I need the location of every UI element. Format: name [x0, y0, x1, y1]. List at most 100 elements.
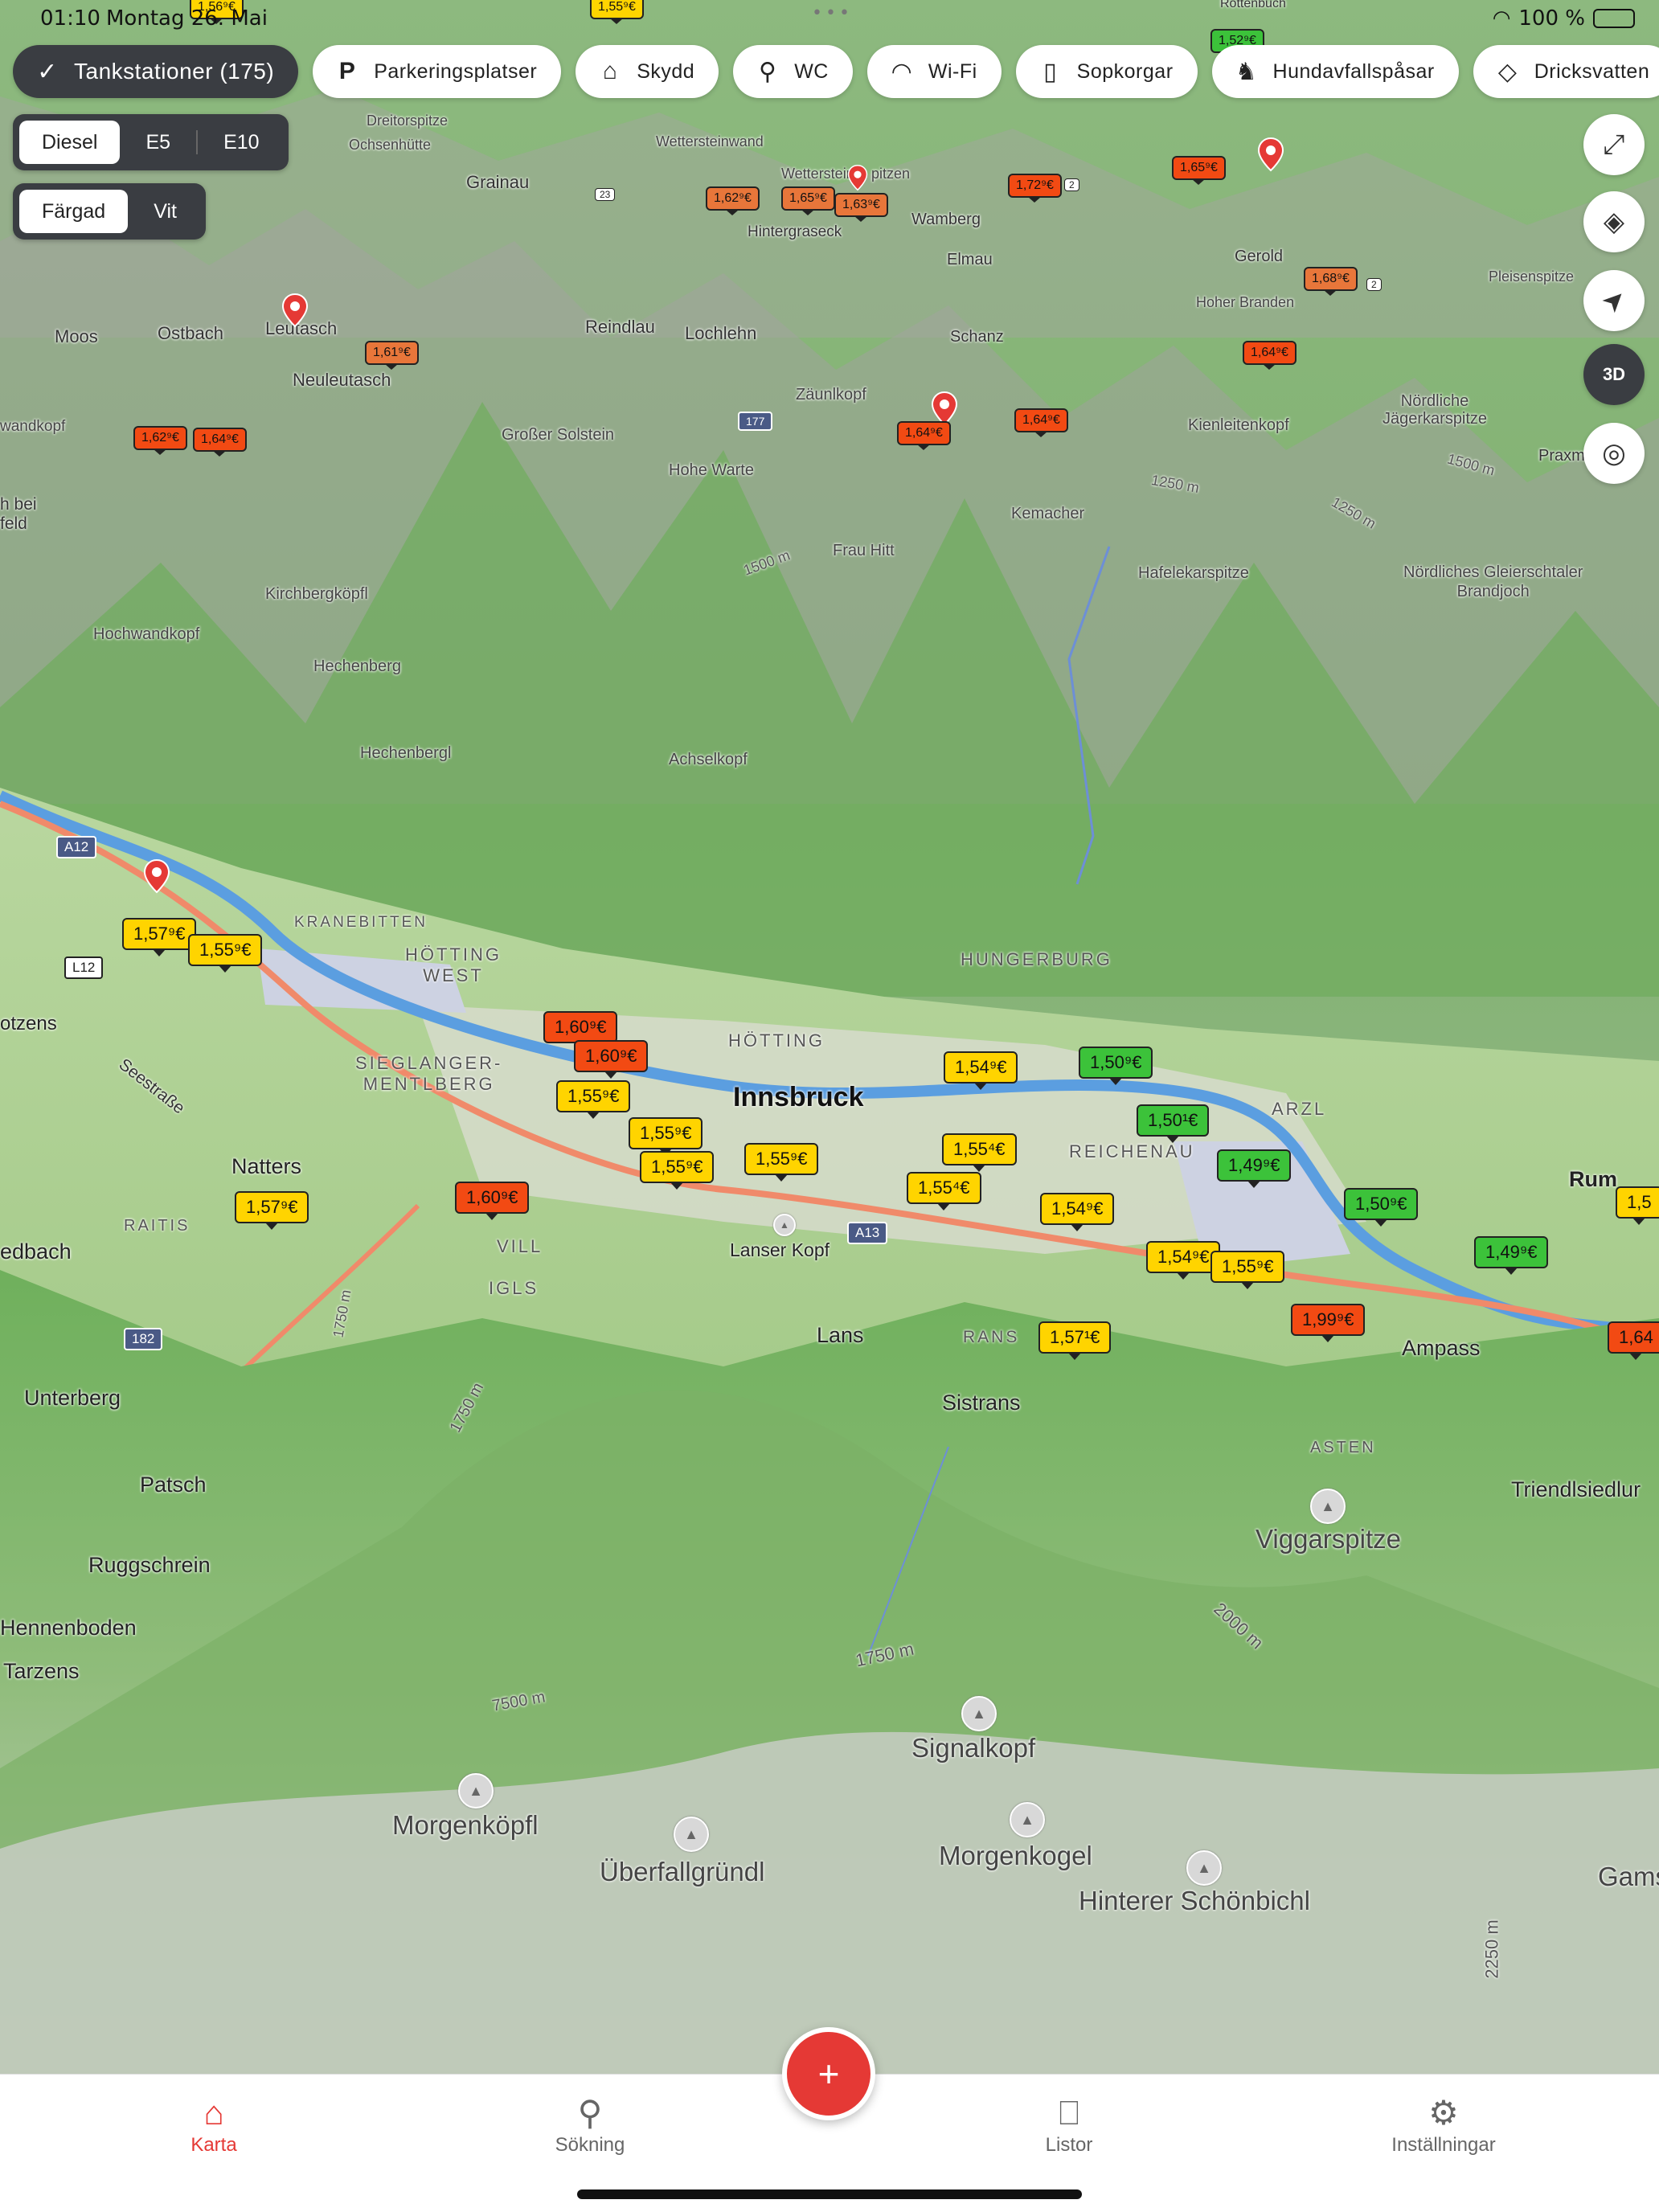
color-option-vit[interactable]: Vit: [131, 190, 199, 233]
bookmark-icon: ⎕: [1059, 2094, 1079, 2132]
fuel-price-marker[interactable]: 1,50¹€: [1137, 1104, 1210, 1143]
tab-label: Listor: [1045, 2134, 1093, 2156]
fullscreen-icon: ⤢: [1603, 129, 1625, 160]
fuel-option-e10[interactable]: E10: [201, 121, 281, 164]
marker-color-selector: Färgad Vit: [13, 183, 206, 240]
peak-marker-icon[interactable]: ▲: [674, 1817, 709, 1852]
fuel-option-e5[interactable]: E5: [123, 121, 193, 164]
town-label-lans: Lans: [817, 1323, 864, 1347]
3d-toggle-icon: 3D: [1602, 364, 1626, 384]
fuel-price-marker[interactable]: 1,62⁹€: [706, 186, 760, 215]
chip-label: Parkeringsplatser: [374, 59, 538, 83]
home-indicator[interactable]: [577, 2189, 1082, 2199]
locate-icon: ◎: [1602, 438, 1626, 469]
tab-karta[interactable]: ⌂ Karta: [117, 2092, 310, 2157]
peak-label-morgenkopfl: Morgenköpfl: [392, 1810, 539, 1840]
fuel-price-marker[interactable]: 1,60⁹€: [543, 1011, 618, 1050]
fuel-price-marker[interactable]: 1,68⁹€: [1304, 267, 1358, 296]
3d-toggle-button[interactable]: 3D: [1583, 344, 1645, 405]
location-pin-icon[interactable]: [847, 164, 868, 191]
peak-marker-icon[interactable]: ▲: [1310, 1489, 1346, 1524]
chip-wifi[interactable]: ◠ Wi-Fi: [866, 45, 1002, 98]
locate-button[interactable]: ◎: [1583, 423, 1645, 484]
chip-label: Tankstationer (175): [74, 59, 275, 84]
peak-label-hochwandkopf: Hochwandkopf: [93, 625, 200, 643]
chip-wc[interactable]: ⚲ WC: [733, 45, 853, 98]
fuel-price-marker[interactable]: 1,60⁹€: [574, 1040, 649, 1079]
fuel-price-marker[interactable]: 1,55⁹€: [640, 1151, 715, 1190]
town-label-wamberg: Wamberg: [911, 211, 981, 228]
multitasking-dots-icon[interactable]: •••: [812, 3, 853, 23]
chip-skydd[interactable]: ⌂ Skydd: [576, 45, 719, 98]
fuel-option-diesel[interactable]: Diesel: [19, 121, 121, 164]
peak-label-achselkopf: Achselkopf: [669, 751, 748, 768]
fuel-price-marker[interactable]: 1,64⁹€: [1014, 408, 1068, 437]
fuel-price-marker[interactable]: 1,55⁴€: [907, 1172, 981, 1210]
fuel-price-marker[interactable]: 1,57¹€: [1038, 1321, 1112, 1360]
peak-marker-icon[interactable]: ▲: [773, 1214, 796, 1236]
fuel-price-marker[interactable]: 1,63⁹€: [834, 193, 888, 222]
tab-listor[interactable]: ⎕ Listor: [973, 2092, 1165, 2157]
fuel-price-marker[interactable]: 1,55⁹€: [556, 1080, 631, 1119]
peak-label-viggarspitze: Viggarspitze: [1256, 1524, 1402, 1554]
fuel-price-marker[interactable]: 1,64⁹€: [897, 421, 951, 450]
fuel-price-marker[interactable]: 1,64⁹€: [1243, 341, 1296, 370]
chip-tankstationer[interactable]: ✓ Tankstationer (175): [13, 45, 299, 98]
fuel-price-marker[interactable]: 1,50⁹€: [1344, 1188, 1419, 1227]
fuel-price-marker[interactable]: 1,64: [1608, 1321, 1659, 1360]
chip-dricksvatten[interactable]: ◇ Dricksvatten: [1473, 45, 1659, 98]
fuel-price-marker[interactable]: 1,60⁹€: [455, 1182, 530, 1220]
tab-installningar[interactable]: ⚙ Inställningar: [1347, 2092, 1540, 2157]
fuel-price-marker[interactable]: 1,57⁹€: [122, 918, 197, 956]
color-option-fargad[interactable]: Färgad: [19, 190, 129, 233]
fuel-price-marker[interactable]: 1,55⁹€: [744, 1143, 819, 1182]
fuel-price-marker[interactable]: 1,99⁹€: [1291, 1304, 1366, 1342]
fuel-price-marker[interactable]: 1,65⁹€: [781, 186, 835, 215]
wifi-icon: ◠: [1492, 6, 1511, 31]
peak-label-kienleitenkopf: Kienleitenkopf: [1188, 416, 1289, 434]
fuel-price-marker[interactable]: 1,54⁹€: [944, 1051, 1018, 1090]
fuel-price-marker[interactable]: 1,55⁹€: [1210, 1251, 1285, 1289]
peak-marker-icon[interactable]: ▲: [1010, 1802, 1045, 1837]
fullscreen-button[interactable]: ⤢: [1583, 114, 1645, 175]
chip-parkeringsplatser[interactable]: P Parkeringsplatser: [313, 45, 562, 98]
fuel-price-marker[interactable]: 1,55⁴€: [942, 1133, 1017, 1172]
peak-label-hoher-branden: Hoher Branden: [1196, 294, 1295, 310]
navigate-button[interactable]: ➤: [1583, 270, 1645, 331]
town-label-otzens: otzens: [0, 1013, 57, 1034]
fuel-price-marker[interactable]: 1,54⁹€: [1040, 1193, 1115, 1231]
chip-sopkorgar[interactable]: ▯ Sopkorgar: [1015, 45, 1198, 98]
chip-label: WC: [794, 59, 829, 83]
chip-hundavfallspasar[interactable]: ♞ Hundavfallspåsar: [1211, 45, 1459, 98]
fuel-price-marker[interactable]: 1,55⁹€: [629, 1117, 703, 1156]
fuel-price-marker[interactable]: 1,72⁹€: [1008, 174, 1062, 203]
road-shield-2: 2: [1064, 178, 1079, 191]
peak-marker-icon[interactable]: ▲: [1186, 1850, 1222, 1886]
tab-sokning[interactable]: ⚲ Sökning: [494, 2092, 686, 2157]
peak-marker-icon[interactable]: ▲: [458, 1773, 494, 1809]
fuel-price-marker[interactable]: 1,49⁹€: [1217, 1149, 1292, 1188]
fuel-price-marker[interactable]: 1,62⁹€: [133, 426, 187, 455]
fuel-price-marker[interactable]: 1,64⁹€: [193, 428, 247, 457]
location-pin-icon[interactable]: [1257, 137, 1284, 172]
fuel-price-marker[interactable]: 1,61⁹€: [365, 341, 419, 370]
parking-icon: P: [338, 58, 356, 84]
road-shield-l12: L12: [64, 956, 104, 979]
location-pin-icon[interactable]: [143, 858, 170, 894]
fuel-price-marker[interactable]: 1,55⁹€: [188, 934, 263, 973]
town-label-praxm: Praxm: [1538, 447, 1585, 465]
fuel-price-marker[interactable]: 1,54⁹€: [1146, 1241, 1221, 1280]
location-pin-icon[interactable]: [281, 293, 309, 328]
road-shield-2: 2: [1366, 278, 1382, 291]
peak-marker-icon[interactable]: ▲: [961, 1696, 997, 1731]
fuel-price-marker[interactable]: 1,65⁹€: [1172, 156, 1226, 185]
fuel-price-marker[interactable]: 1,57⁹€: [235, 1191, 309, 1230]
add-button[interactable]: +: [782, 2027, 875, 2120]
fuel-price-marker[interactable]: 1,5: [1616, 1186, 1659, 1225]
town-label-schanz: Schanz: [950, 328, 1004, 346]
fuel-price-marker[interactable]: 1,49⁹€: [1474, 1236, 1549, 1275]
fuel-price-marker[interactable]: 1,50⁹€: [1079, 1047, 1153, 1085]
map-view[interactable]: Innsbruck HÖTTING HÖTTING WEST KRANEBITT…: [0, 0, 1659, 2074]
tab-label: Sökning: [555, 2134, 625, 2156]
layers-button[interactable]: ◈: [1583, 191, 1645, 252]
